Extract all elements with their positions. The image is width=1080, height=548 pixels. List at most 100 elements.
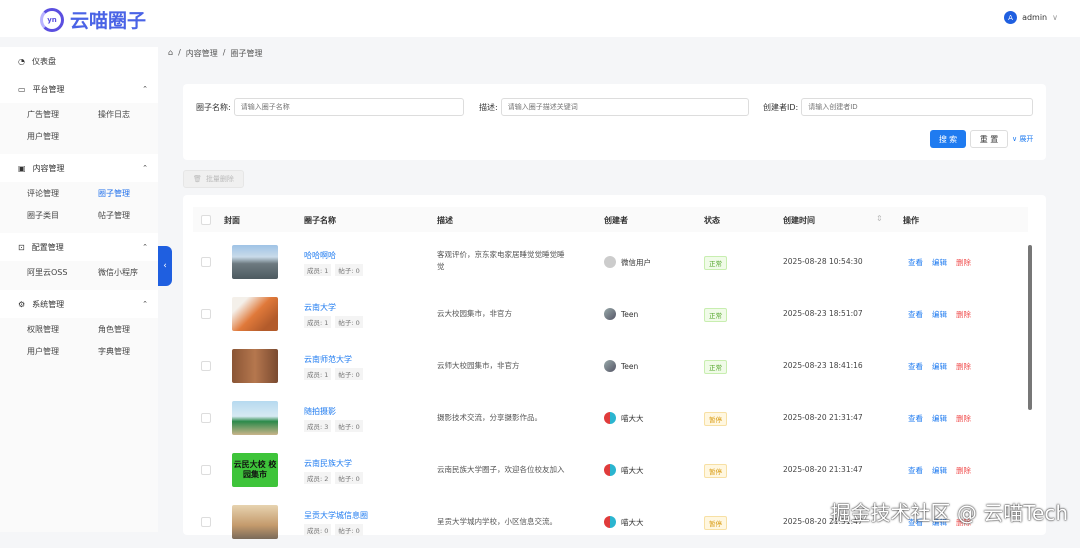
status-badge: 暂停 bbox=[704, 464, 727, 478]
view-button[interactable]: 查看 bbox=[908, 465, 923, 476]
cover-image bbox=[232, 245, 278, 279]
search-form: 圈子名称: 描述: 创建者ID: 搜 索 重 置 ∨ 展开 bbox=[183, 84, 1046, 160]
sidebar-item[interactable]: 圈子管理 bbox=[98, 188, 168, 199]
sidebar: ◔ 仪表盘 ▭ 平台管理 ⌃ 广告管理 操作日志 用户管理 ▣ 内容管理 ⌃ 评论管理 圈子管理 圈子类… bbox=[0, 47, 158, 532]
created-time: 2025-08-23 18:51:07 bbox=[783, 309, 863, 318]
sidebar-submenu: 权限管理 角色管理 用户管理 字典管理 bbox=[0, 318, 158, 363]
view-button[interactable]: 查看 bbox=[908, 413, 923, 424]
creator-id-input[interactable] bbox=[801, 98, 1034, 116]
circle-desc: 云师大校园集市，非官方 bbox=[437, 361, 520, 370]
status-badge: 正常 bbox=[704, 308, 727, 322]
circle-name-link[interactable]: 云南师范大学 bbox=[304, 354, 352, 365]
app-title: 云喵圈子 bbox=[70, 10, 147, 32]
breadcrumb-item: 圈子管理 bbox=[230, 49, 263, 58]
breadcrumb-item[interactable]: 内容管理 bbox=[186, 48, 218, 59]
table-row: 云民大校 校园集市 云南民族大学 成员: 2 帖子: 0 云南民族大学圈子，欢迎各… bbox=[193, 444, 1028, 496]
home-icon[interactable]: ⌂ bbox=[168, 48, 173, 59]
sidebar-item[interactable]: 阿里云OSS bbox=[27, 267, 98, 278]
row-checkbox[interactable] bbox=[201, 413, 211, 423]
row-checkbox[interactable] bbox=[201, 309, 211, 319]
circle-desc: 云南民族大学圈子，欢迎各位校友加入 bbox=[437, 465, 565, 474]
circle-name-link[interactable]: 呈贡大学城信息圈 bbox=[304, 510, 368, 521]
creator-avatar bbox=[604, 412, 616, 424]
sidebar-item[interactable]: 字典管理 bbox=[98, 346, 168, 357]
sidebar-submenu: 阿里云OSS 微信小程序 bbox=[0, 261, 158, 284]
row-checkbox[interactable] bbox=[201, 465, 211, 475]
expand-toggle[interactable]: ∨ 展开 bbox=[1012, 134, 1033, 144]
scrollbar[interactable] bbox=[1028, 245, 1032, 410]
edit-button[interactable]: 编辑 bbox=[932, 413, 947, 424]
avatar: A bbox=[1004, 11, 1018, 24]
delete-button[interactable]: 删除 bbox=[956, 465, 971, 476]
circle-name-link[interactable]: 哈哈啊哈 bbox=[304, 250, 336, 261]
sort-icon[interactable]: ⇕ bbox=[876, 214, 883, 223]
creator-avatar bbox=[604, 516, 616, 528]
row-checkbox[interactable] bbox=[201, 257, 211, 267]
created-time: 2025-08-23 18:41:16 bbox=[783, 361, 863, 370]
sidebar-group-0[interactable]: ▭ 平台管理 ⌃ bbox=[0, 75, 158, 103]
creator: 微信用户 bbox=[604, 256, 651, 268]
status-badge: 正常 bbox=[704, 360, 727, 374]
logo-icon: yn bbox=[40, 7, 64, 32]
row-checkbox[interactable] bbox=[201, 361, 211, 371]
cover-image bbox=[232, 505, 278, 539]
member-count: 成员: 1 bbox=[304, 368, 332, 380]
trash-icon: 🗑 bbox=[193, 175, 202, 183]
status-badge: 暂停 bbox=[704, 412, 727, 426]
chevron-left-icon: ‹ bbox=[163, 261, 167, 271]
batch-delete-button[interactable]: 🗑 批量删除 bbox=[183, 170, 244, 188]
search-button[interactable]: 搜 索 bbox=[930, 130, 966, 148]
sidebar-group-3[interactable]: ⚙ 系统管理 ⌃ bbox=[0, 290, 158, 318]
creator: 喵大大 bbox=[604, 516, 644, 528]
cover-image bbox=[232, 349, 278, 383]
sidebar-item[interactable]: 操作日志 bbox=[98, 109, 168, 120]
sidebar-item[interactable]: 用户管理 bbox=[27, 131, 98, 142]
sidebar-group-1[interactable]: ▣ 内容管理 ⌃ bbox=[0, 154, 158, 182]
circle-stats: 成员: 3 帖子: 0 bbox=[304, 420, 363, 432]
row-actions: 查看 编辑 删除 bbox=[908, 309, 971, 320]
edit-button[interactable]: 编辑 bbox=[932, 257, 947, 268]
delete-button[interactable]: 删除 bbox=[956, 257, 971, 268]
sidebar-item[interactable]: 广告管理 bbox=[27, 109, 98, 120]
user-menu[interactable]: A admin ∨ bbox=[1004, 11, 1058, 24]
logo[interactable]: yn 云喵圈子 bbox=[40, 6, 146, 33]
sidebar-item[interactable]: 评论管理 bbox=[27, 188, 98, 199]
delete-button[interactable]: 删除 bbox=[956, 413, 971, 424]
created-time: 2025-08-20 21:31:47 bbox=[783, 413, 863, 422]
circle-desc: 摄影技术交流，分享摄影作品。 bbox=[437, 413, 542, 422]
delete-button[interactable]: 删除 bbox=[956, 309, 971, 320]
chevron-up-icon: ⌃ bbox=[142, 300, 148, 308]
view-button[interactable]: 查看 bbox=[908, 361, 923, 372]
collapse-sidebar-button[interactable]: ‹ bbox=[158, 246, 172, 286]
delete-button[interactable]: 删除 bbox=[956, 361, 971, 372]
post-count: 帖子: 0 bbox=[335, 316, 363, 328]
creator-avatar bbox=[604, 256, 616, 268]
sidebar-item[interactable]: 帖子管理 bbox=[98, 210, 168, 221]
view-button[interactable]: 查看 bbox=[908, 309, 923, 320]
view-button[interactable]: 查看 bbox=[908, 257, 923, 268]
member-count: 成员: 1 bbox=[304, 264, 332, 276]
edit-button[interactable]: 编辑 bbox=[932, 465, 947, 476]
circle-name-link[interactable]: 云南民族大学 bbox=[304, 458, 352, 469]
sidebar-group-2[interactable]: ⊡ 配置管理 ⌃ bbox=[0, 233, 158, 261]
table-header: 封面 圈子名称 描述 创建者 状态 创建时间 ⇕ 操作 bbox=[193, 207, 1028, 232]
member-count: 成员: 3 bbox=[304, 420, 332, 432]
sidebar-item-dashboard[interactable]: ◔ 仪表盘 bbox=[0, 47, 158, 75]
col-desc: 描述 bbox=[437, 216, 453, 225]
desc-input[interactable] bbox=[500, 98, 749, 116]
sidebar-item[interactable]: 权限管理 bbox=[27, 324, 98, 335]
sidebar-item[interactable]: 角色管理 bbox=[98, 324, 168, 335]
select-all-checkbox[interactable] bbox=[201, 215, 211, 225]
circle-name-input[interactable] bbox=[233, 98, 464, 116]
sidebar-item[interactable]: 圈子类目 bbox=[27, 210, 98, 221]
circle-name-link[interactable]: 随拍摄影 bbox=[304, 406, 336, 417]
circle-desc: 呈贡大学城内学校，小区信息交流。 bbox=[437, 517, 557, 526]
creator: Teen bbox=[604, 360, 638, 372]
reset-button[interactable]: 重 置 bbox=[970, 130, 1008, 148]
sidebar-item[interactable]: 用户管理 bbox=[27, 346, 98, 357]
circle-name-link[interactable]: 云南大学 bbox=[304, 302, 336, 313]
edit-button[interactable]: 编辑 bbox=[932, 309, 947, 320]
row-checkbox[interactable] bbox=[201, 517, 211, 527]
edit-button[interactable]: 编辑 bbox=[932, 361, 947, 372]
col-actions: 操作 bbox=[903, 216, 919, 225]
